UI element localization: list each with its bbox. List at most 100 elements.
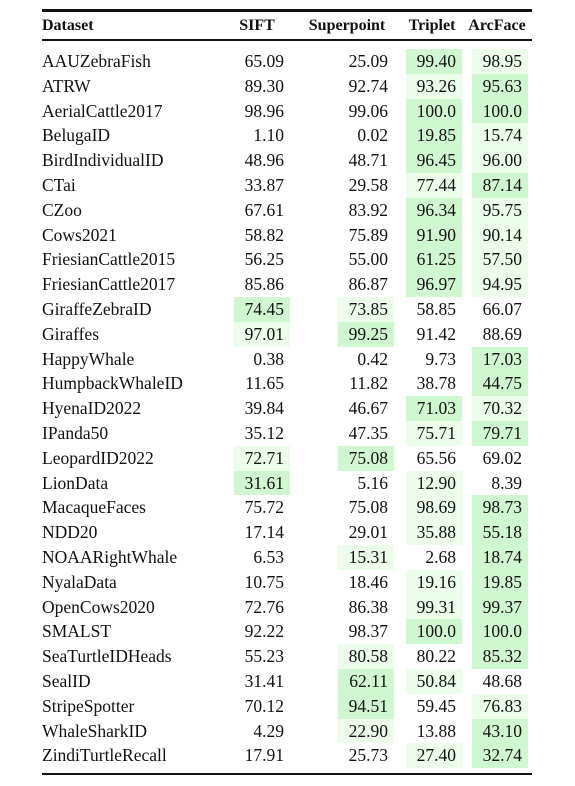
triplet-value: 50.84 (406, 668, 462, 694)
dataset-name: CZoo (42, 199, 82, 220)
header-dataset: Dataset (42, 16, 94, 34)
superpoint-cell: 29.58 (292, 173, 402, 198)
dataset-name: LionData (42, 472, 109, 493)
header-sift: SIFT (239, 16, 275, 34)
triplet-value: 19.85 (406, 123, 462, 149)
arcface-value: 100.0 (472, 98, 528, 124)
triplet-cell: 71.03 (402, 396, 462, 421)
triplet-cell: 2.68 (402, 545, 462, 570)
arcface-cell: 76.83 (462, 693, 532, 719)
table-row: FriesianCattle2015 56.25 55.00 61.25 57.50 (42, 247, 532, 273)
superpoint-value: 98.37 (348, 621, 388, 642)
arcface-value: 55.18 (472, 520, 528, 545)
triplet-value: 75.71 (406, 420, 462, 446)
arcface-value: 15.74 (472, 123, 528, 149)
arcface-value: 69.02 (482, 447, 522, 468)
superpoint-value: 75.89 (348, 224, 388, 245)
triplet-value: 71.03 (406, 396, 462, 421)
table-row: IPanda50 35.12 47.35 75.71 79.71 (42, 420, 532, 446)
superpoint-value: 94.51 (338, 693, 394, 719)
sift-value: 85.86 (244, 274, 284, 295)
superpoint-value: 29.58 (348, 174, 388, 195)
superpoint-value: 5.16 (357, 472, 388, 493)
sift-value: 4.29 (253, 720, 284, 741)
sift-value: 74.45 (234, 296, 290, 322)
superpoint-value: 0.42 (357, 348, 388, 369)
superpoint-cell: 99.06 (292, 99, 402, 124)
triplet-value: 38.78 (416, 373, 456, 394)
triplet-value: 2.68 (425, 546, 456, 567)
table-row: MacaqueFaces 75.72 75.08 98.69 98.73 (42, 495, 532, 521)
dataset-name: HumpbackWhaleID (42, 373, 183, 394)
superpoint-cell: 75.08 (292, 495, 402, 520)
arcface-value: 44.75 (472, 371, 528, 397)
triplet-cell: 77.44 (402, 172, 462, 198)
superpoint-cell: 83.92 (292, 198, 402, 223)
arcface-cell: 90.14 (462, 222, 532, 248)
table-row: SeaTurtleIDHeads 55.23 80.58 80.22 85.32 (42, 644, 532, 669)
arcface-value: 90.14 (472, 222, 528, 248)
arcface-cell: 69.02 (462, 446, 532, 471)
superpoint-value: 15.31 (338, 544, 394, 570)
sift-cell: 67.61 (222, 198, 292, 223)
triplet-cell: 96.34 (402, 197, 462, 223)
sift-cell: 92.22 (222, 619, 292, 644)
results-table-container: Dataset SIFT Superpoint Triplet ArcFace … (42, 9, 532, 775)
superpoint-value: 62.11 (338, 668, 394, 694)
sift-value: 55.23 (244, 646, 284, 667)
superpoint-value: 25.73 (348, 745, 388, 766)
sift-value: 33.87 (244, 174, 284, 195)
triplet-cell: 91.42 (402, 322, 462, 347)
arcface-cell: 17.03 (462, 346, 532, 372)
triplet-value: 58.85 (416, 298, 456, 319)
dataset-name: NOAARightWhale (42, 546, 178, 567)
table-row: AerialCattle2017 98.96 99.06 100.0 100.0 (42, 98, 532, 124)
arcface-value: 96.00 (472, 148, 528, 173)
dataset-name: SMALST (42, 621, 112, 642)
triplet-value: 93.26 (406, 73, 462, 99)
arcface-value: 66.07 (482, 298, 522, 319)
sift-value: 0.38 (253, 348, 284, 369)
sift-value: 1.10 (253, 125, 284, 146)
sift-cell: 33.87 (222, 173, 292, 198)
table-row: NDD20 17.14 29.01 35.88 55.18 (42, 520, 532, 545)
sift-value: 17.14 (244, 522, 284, 543)
arcface-cell: 100.0 (462, 98, 532, 124)
triplet-value: 35.88 (406, 520, 462, 545)
sift-cell: 70.12 (222, 694, 292, 719)
triplet-cell: 59.45 (402, 694, 462, 719)
arcface-value: 98.95 (472, 49, 528, 74)
table-row: SealID 31.41 62.11 50.84 48.68 (42, 668, 532, 694)
superpoint-cell: 0.42 (292, 347, 402, 372)
sift-cell: 97.01 (222, 321, 292, 347)
arcface-value: 17.03 (472, 346, 528, 372)
superpoint-cell: 80.58 (292, 644, 402, 669)
superpoint-cell: 47.35 (292, 421, 402, 446)
superpoint-value: 11.82 (349, 373, 388, 394)
superpoint-value: 46.67 (348, 398, 388, 419)
triplet-cell: 12.90 (402, 470, 462, 496)
sift-value: 98.96 (244, 100, 284, 121)
sift-value: 72.76 (244, 596, 284, 617)
superpoint-value: 0.02 (357, 125, 388, 146)
dataset-name: IPanda50 (42, 422, 109, 443)
arcface-cell: 43.10 (462, 718, 532, 744)
table-row: BirdIndividualID 48.96 48.71 96.45 96.00 (42, 148, 532, 173)
triplet-value: 19.16 (406, 569, 462, 595)
dataset-name: CTai (42, 174, 76, 195)
superpoint-cell: 73.85 (292, 296, 402, 322)
header-arcface: ArcFace (468, 16, 526, 34)
dataset-name: HappyWhale (42, 348, 135, 369)
dataset-name: Giraffes (42, 323, 100, 344)
superpoint-cell: 62.11 (292, 668, 402, 694)
table-row: HyenaID2022 39.84 46.67 71.03 70.32 (42, 396, 532, 421)
arcface-cell: 18.74 (462, 544, 532, 570)
superpoint-value: 47.35 (348, 422, 388, 443)
table-row: NOAARightWhale 6.53 15.31 2.68 18.74 (42, 544, 532, 570)
sift-value: 11.65 (245, 373, 284, 394)
sift-value: 17.91 (244, 745, 284, 766)
triplet-cell: 27.40 (402, 743, 462, 774)
superpoint-cell: 75.89 (292, 223, 402, 248)
triplet-cell: 99.31 (402, 594, 462, 620)
table-row: CZoo 67.61 83.92 96.34 95.75 (42, 197, 532, 223)
